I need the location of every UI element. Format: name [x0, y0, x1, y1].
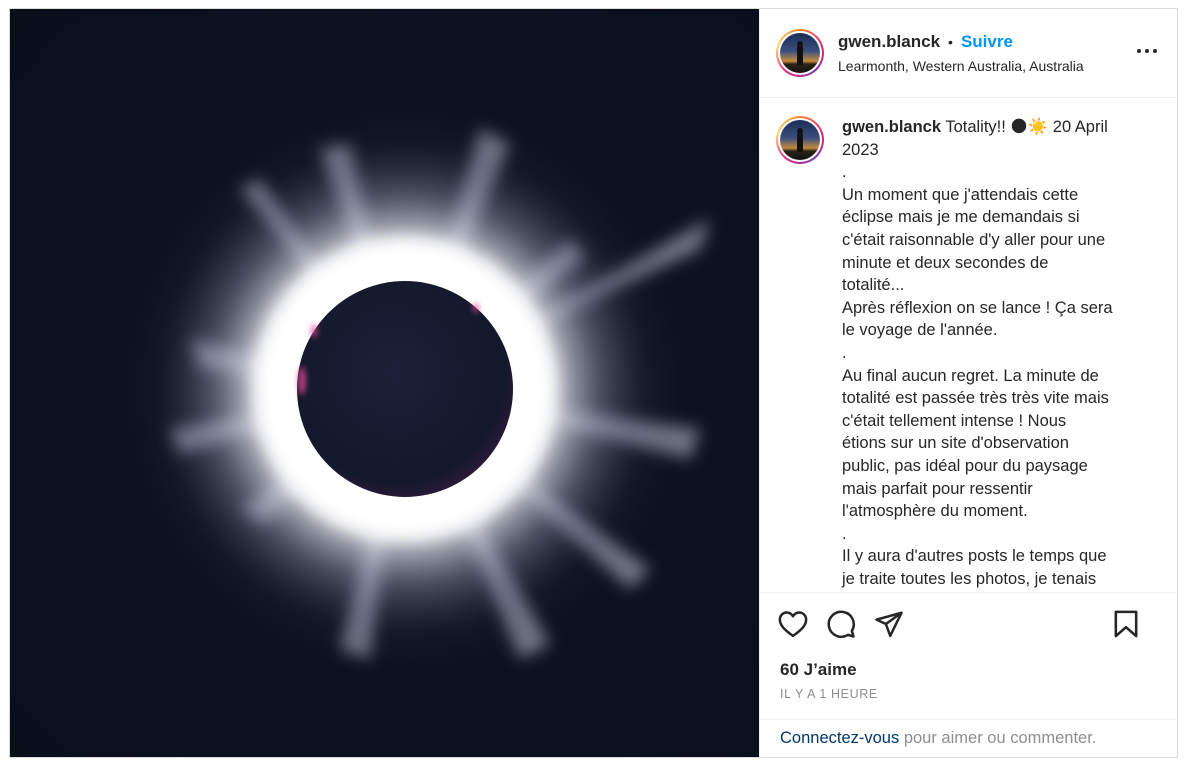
caption-line: le voyage de l'année.	[842, 321, 998, 340]
caption-section: gwen.blanck Totality!! 🌑☀️ 20 April 2023…	[760, 98, 1177, 592]
caption-line: l'atmosphère du moment.	[842, 502, 1028, 521]
caption-line: totalité...	[842, 276, 905, 295]
caption-line: éclipse mais je me demandais si	[842, 208, 1080, 227]
caption-line: .	[842, 163, 847, 182]
eclipse-photo	[105, 89, 710, 689]
caption-text: gwen.blanck Totality!! 🌑☀️ 20 April 2023…	[842, 116, 1142, 592]
paper-plane-icon[interactable]	[874, 610, 904, 638]
caption-line: totalité est passée très très vite mais	[842, 389, 1109, 408]
caption-line: Un moment que j'attendais cette	[842, 185, 1079, 204]
caption-line: c'était tellement intense ! Nous	[842, 411, 1067, 430]
avatar[interactable]	[776, 29, 824, 77]
caption-line: étions sur un site d'observation	[842, 434, 1069, 453]
post-timestamp[interactable]: IL Y A 1 HEURE	[760, 680, 1177, 701]
caption-first-line: gwen.blanck Totality!! 🌑☀️ 20 April	[842, 116, 1142, 139]
comment-icon[interactable]	[826, 609, 856, 639]
login-link[interactable]: Connectez-vous	[780, 729, 899, 747]
caption-line: je traite toutes les photos, je tenais	[842, 569, 1097, 588]
location-link[interactable]: Learmonth, Western Australia, Australia	[838, 58, 1108, 74]
post-modal: gwen.blanck • Suivre Learmonth, Western …	[9, 8, 1178, 758]
caption-line: c'était raisonnable d'y aller pour une	[842, 230, 1106, 249]
likes-count[interactable]: 60 J’aime	[760, 654, 1177, 680]
caption-username[interactable]: gwen.blanck	[842, 118, 941, 136]
post-image[interactable]	[10, 9, 759, 757]
caption-line: mais parfait pour ressentir	[842, 479, 1033, 498]
post-header: gwen.blanck • Suivre Learmonth, Western …	[760, 9, 1177, 98]
caption-line: public, pas idéal pour du paysage	[842, 456, 1088, 475]
post-sidebar: gwen.blanck • Suivre Learmonth, Western …	[759, 9, 1177, 757]
username-link[interactable]: gwen.blanck	[838, 32, 940, 52]
caption-line: .	[842, 343, 847, 362]
login-prompt-text: pour aimer ou commenter.	[899, 729, 1097, 747]
bookmark-icon[interactable]	[1113, 610, 1139, 638]
caption-line: Totality!! 🌑☀️ 20 April	[945, 118, 1108, 136]
caption-line: minute et deux secondes de	[842, 253, 1049, 272]
caption-line: Il y aura d'autres posts le temps que	[842, 547, 1107, 566]
separator-dot: •	[948, 34, 953, 50]
caption-line: Après réflexion on se lance ! Ça sera	[842, 298, 1113, 317]
login-prompt: Connectez-vous pour aimer ou commenter.	[760, 719, 1177, 757]
caption-line: .	[842, 524, 847, 543]
caption-line: 2023	[842, 140, 879, 159]
follow-button[interactable]: Suivre	[961, 32, 1013, 52]
heart-icon[interactable]	[778, 610, 808, 638]
more-options-icon[interactable]	[1137, 49, 1157, 53]
action-bar	[760, 592, 1177, 654]
caption-avatar[interactable]	[776, 116, 824, 164]
caption-line: Au final aucun regret. La minute de	[842, 366, 1099, 385]
